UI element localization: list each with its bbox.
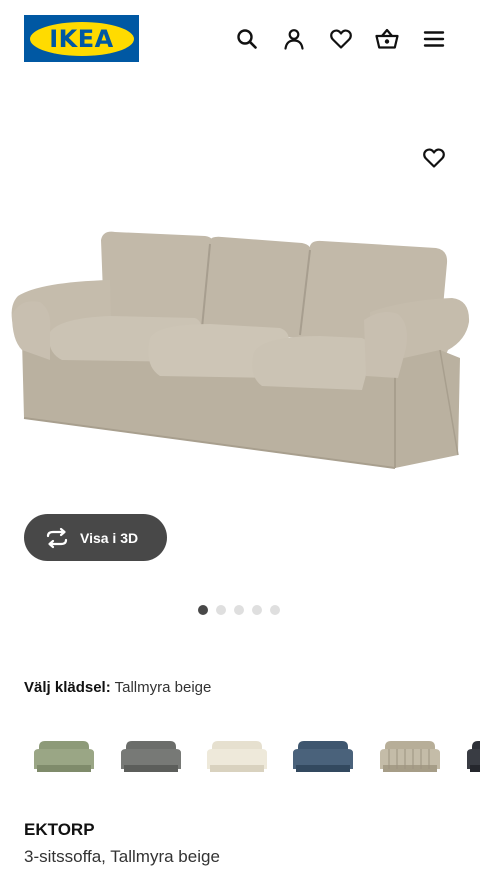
swatch-black[interactable] — [462, 725, 480, 787]
rotate-3d-icon — [46, 527, 68, 548]
pagination-dot[interactable] — [216, 605, 226, 615]
pagination-dot[interactable] — [234, 605, 244, 615]
view-3d-button[interactable]: Visa i 3D — [24, 514, 167, 561]
pagination-dot[interactable] — [252, 605, 262, 615]
cart-icon[interactable] — [374, 26, 400, 52]
swatch-blue[interactable] — [288, 725, 358, 787]
swatch-white[interactable] — [202, 725, 272, 787]
pagination-dot[interactable] — [198, 605, 208, 615]
swatch-striped[interactable] — [375, 725, 445, 787]
logo-oval: IKEA — [29, 21, 134, 56]
product-name: EKTORP — [24, 820, 95, 839]
fabric-label: Välj klädsel: — [24, 679, 111, 696]
heart-icon[interactable] — [328, 26, 354, 52]
fabric-swatch-list — [0, 725, 480, 787]
product-image-sofa[interactable] — [0, 200, 480, 500]
swatch-green[interactable] — [29, 725, 99, 787]
account-icon[interactable] — [281, 26, 307, 52]
view-3d-label: Visa i 3D — [80, 529, 139, 546]
header: IKEA — [0, 0, 480, 80]
pagination-dot[interactable] — [270, 605, 280, 615]
search-icon[interactable] — [234, 26, 260, 52]
swatch-dark-grey[interactable] — [116, 725, 186, 787]
menu-icon[interactable] — [421, 26, 447, 52]
fabric-selector: Välj klädsel: Tallmyra beige — [24, 679, 211, 696]
gallery-pagination — [198, 605, 280, 615]
product-description: 3-sitssoffa, Tallmyra beige — [24, 847, 220, 866]
fabric-value: Tallmyra beige — [114, 679, 212, 696]
logo-text: IKEA — [49, 24, 114, 53]
ikea-logo[interactable]: IKEA — [24, 15, 139, 62]
favorite-heart-icon[interactable] — [421, 145, 447, 171]
